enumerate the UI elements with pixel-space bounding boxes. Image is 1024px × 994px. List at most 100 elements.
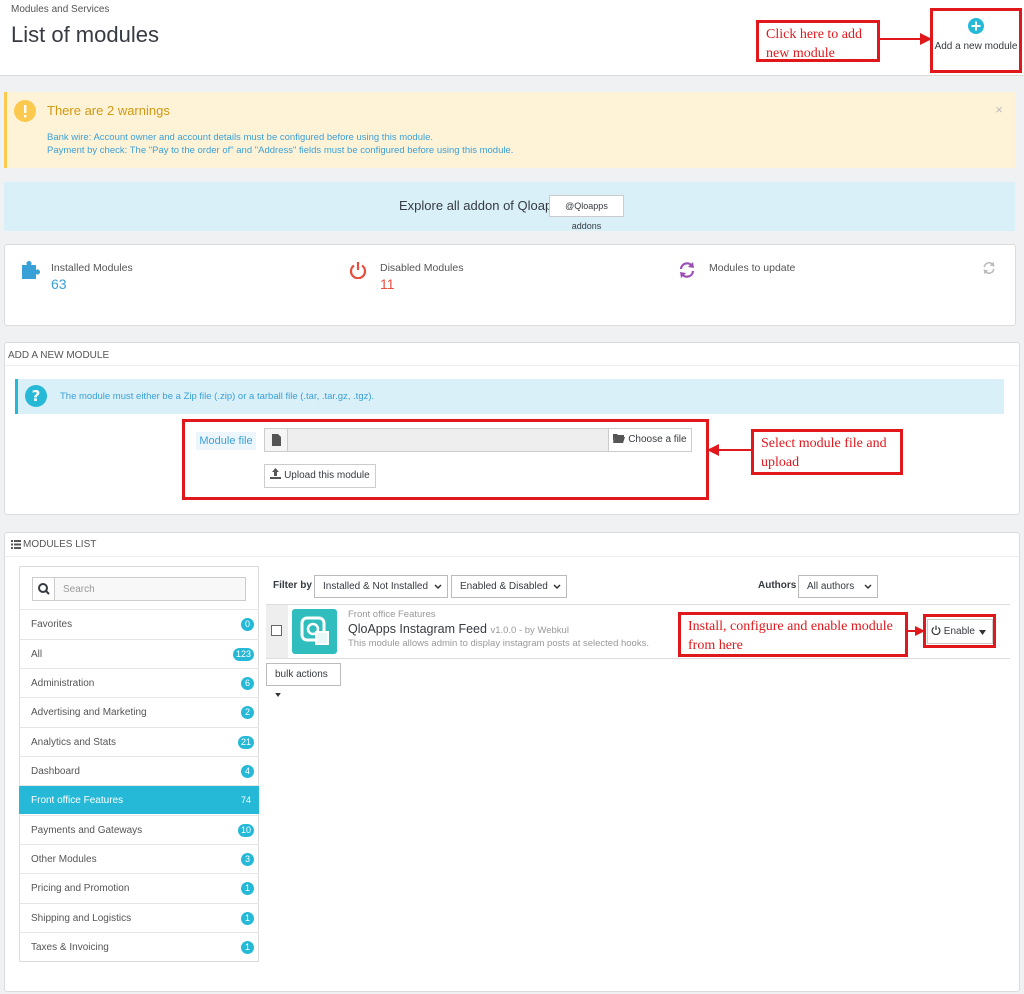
category-label: All: [31, 649, 43, 660]
search-placeholder: Search: [63, 584, 95, 595]
category-advertising[interactable]: Advertising and Marketing 2: [19, 697, 259, 726]
caret-down-icon: [275, 693, 281, 697]
status-filter-select[interactable]: Enabled & Disabled: [451, 575, 567, 598]
modules-to-update-label: Modules to update: [709, 262, 796, 274]
bulk-actions-button[interactable]: bulk actions: [266, 663, 341, 697]
authors-value: All authors: [807, 581, 855, 592]
info-text: The module must either be a Zip file (.z…: [60, 391, 375, 402]
chevron-down-icon: [434, 584, 442, 590]
category-favorites[interactable]: Favorites 0: [19, 609, 259, 638]
annotation-arrow-icon: [907, 626, 925, 636]
chevron-down-icon: [864, 584, 872, 590]
info-alert: ? The module must either be a Zip file (…: [15, 379, 1004, 414]
puzzle-icon: [22, 261, 40, 279]
qloapps-addons-button[interactable]: @Qloapps addons: [549, 195, 624, 231]
refresh-icon: [679, 262, 695, 278]
category-label: Front office Features: [31, 795, 124, 806]
module-description: This module allows admin to display inst…: [348, 638, 649, 649]
module-name-text: QloApps Instagram Feed: [348, 622, 487, 636]
category-label: Shipping and Logistics: [31, 913, 132, 924]
row-checkbox[interactable]: [271, 625, 282, 636]
category-all[interactable]: All 123: [19, 639, 259, 668]
category-label: Taxes & Invoicing: [31, 942, 109, 953]
install-filter-select[interactable]: Installed & Not Installed: [314, 575, 448, 598]
category-administration[interactable]: Administration 6: [19, 668, 259, 697]
module-name: QloApps Instagram Feed v1.0.0 - by Webku…: [348, 622, 569, 636]
category-front-office[interactable]: Front office Features 74: [19, 785, 259, 814]
bulk-actions-label: bulk actions: [275, 669, 328, 680]
category-count-badge: 3: [241, 853, 254, 866]
search-icon: [33, 578, 55, 600]
category-label: Pricing and Promotion: [31, 883, 130, 894]
warning-line[interactable]: Bank wire: Account owner and account det…: [47, 132, 433, 143]
category-label: Favorites: [31, 619, 73, 630]
annotation-box-enable: [923, 614, 996, 648]
module-version: v1.0.0 - by Webkul: [490, 625, 569, 636]
kpi-panel: Installed Modules 63 Disabled Modules 11…: [4, 244, 1016, 326]
warning-line[interactable]: Payment by check: The "Pay to the order …: [47, 145, 513, 156]
disabled-modules-count: 11: [380, 276, 395, 292]
category-count-badge: 6: [241, 677, 254, 690]
category-count-badge: 1: [241, 912, 254, 925]
annotation-install: Install, configure and enable module fro…: [678, 612, 908, 657]
category-label: Advertising and Marketing: [31, 707, 147, 718]
chevron-down-icon: [553, 584, 561, 590]
panel-heading: ADD A NEW MODULE: [8, 350, 110, 361]
explore-addons-bar: Explore all addon of Qloapps @Qloapps ad…: [4, 182, 1015, 231]
close-icon[interactable]: ×: [995, 102, 1003, 117]
category-count-badge: 1: [241, 882, 254, 895]
annotation-box-upload: [182, 419, 709, 500]
instagram-feed-module-icon: [292, 609, 337, 654]
annotation-arrow-icon: [707, 444, 753, 456]
authors-label: Authors: [758, 580, 797, 591]
power-icon: [349, 262, 367, 279]
annotation-box-add-module: [930, 8, 1022, 73]
category-pricing[interactable]: Pricing and Promotion 1: [19, 873, 259, 902]
warning-title: There are 2 warnings: [47, 103, 170, 118]
category-label: Other Modules: [31, 854, 97, 865]
category-payments[interactable]: Payments and Gateways 10: [19, 815, 259, 844]
warning-icon: [14, 100, 36, 122]
category-count-badge: 0: [241, 618, 254, 631]
refresh-kpi-icon[interactable]: [982, 261, 996, 275]
authors-select[interactable]: All authors: [798, 575, 878, 598]
install-filter-value: Installed & Not Installed: [323, 581, 429, 592]
svg-text:?: ?: [32, 387, 41, 405]
warnings-alert: There are 2 warnings × Bank wire: Accoun…: [4, 92, 1015, 168]
module-search-input[interactable]: Search: [32, 577, 246, 601]
installed-modules-count: 63: [51, 276, 67, 292]
divider: [5, 556, 1019, 557]
category-label: Dashboard: [31, 766, 80, 777]
category-count-badge: 74: [240, 795, 251, 805]
installed-modules-label: Installed Modules: [51, 262, 133, 274]
category-count-badge: 123: [232, 648, 254, 661]
category-count-badge: 10: [237, 824, 254, 837]
category-count-badge: 4: [241, 765, 254, 778]
category-taxes[interactable]: Taxes & Invoicing 1: [19, 932, 259, 961]
status-filter-value: Enabled & Disabled: [460, 581, 548, 592]
category-count-badge: 2: [241, 706, 254, 719]
category-other[interactable]: Other Modules 3: [19, 844, 259, 873]
filter-by-label: Filter by: [273, 580, 312, 591]
module-category: Front office Features: [348, 609, 436, 620]
category-count-badge: 1: [241, 941, 254, 954]
explore-text: Explore all addon of Qloapps: [399, 198, 566, 213]
annotation-select-file: Select module file and upload: [751, 429, 903, 475]
disabled-modules-label: Disabled Modules: [380, 262, 464, 274]
divider: [5, 365, 1019, 366]
row-checkbox-cell: [266, 605, 288, 658]
breadcrumb[interactable]: Modules and Services: [11, 4, 109, 15]
category-label: Payments and Gateways: [31, 825, 143, 836]
page-title: List of modules: [11, 22, 159, 47]
annotation-arrow-icon: [880, 33, 932, 45]
annotation-add-module: Click here to add new module: [756, 20, 880, 62]
category-count-badge: 21: [237, 736, 254, 749]
category-dashboard[interactable]: Dashboard 4: [19, 756, 259, 785]
category-label: Analytics and Stats: [31, 737, 117, 748]
category-analytics[interactable]: Analytics and Stats 21: [19, 727, 259, 756]
list-icon: [11, 540, 21, 549]
category-label: Administration: [31, 678, 95, 689]
question-icon: ?: [25, 385, 47, 407]
category-shipping[interactable]: Shipping and Logistics 1: [19, 903, 259, 932]
panel-heading: MODULES LIST: [23, 539, 97, 550]
